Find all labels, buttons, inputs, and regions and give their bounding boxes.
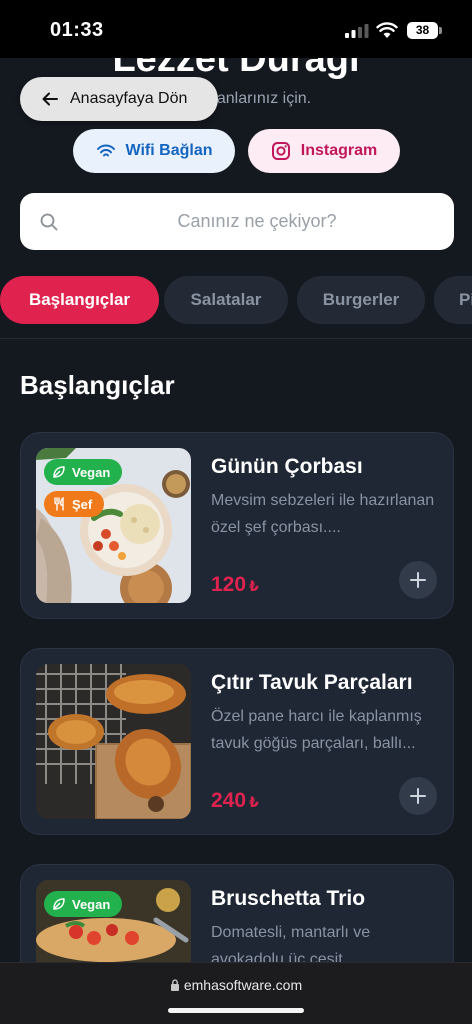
currency-symbol: ₺ xyxy=(249,578,259,594)
menu-item-name: Bruschetta Trio xyxy=(211,887,366,910)
url-display: emhasoftware.com xyxy=(0,977,472,993)
plus-icon xyxy=(410,572,426,588)
menu-item-name: Günün Çorbası xyxy=(211,455,363,478)
wifi-connect-button[interactable]: Wifi Bağlan xyxy=(73,129,235,173)
cellular-signal-icon xyxy=(345,24,369,38)
url-text: emhasoftware.com xyxy=(183,977,303,993)
search-icon xyxy=(40,213,58,231)
section-title: Başlangıçlar xyxy=(20,370,175,400)
wifi-button-label: Wifi Bağlan xyxy=(125,142,213,159)
menu-item-name: Çıtır Tavuk Parçaları xyxy=(211,671,413,694)
battery-indicator: 38 xyxy=(407,22,438,39)
menu-item-card[interactable]: Çıtır Tavuk Parçaları Özel pane harcı il… xyxy=(20,648,454,835)
menu-item-price: 120 ₺ xyxy=(211,573,259,597)
category-tabs: Başlangıçlar Salatalar Burgerler Pi xyxy=(0,276,472,324)
divider xyxy=(0,338,472,339)
vegan-badge-label: Vegan xyxy=(72,464,111,480)
chef-badge-label: Şef xyxy=(72,496,93,512)
price-value: 240 xyxy=(211,789,247,812)
browser-address-bar[interactable]: emhasoftware.com xyxy=(0,962,472,1024)
wifi-status-icon xyxy=(376,22,398,38)
status-bar: 01:33 38 xyxy=(0,0,472,58)
menu-item-card[interactable]: Vegan Şef Günün Çorbası Mevsim sebzeleri… xyxy=(20,432,454,619)
instagram-button[interactable]: Instagram xyxy=(248,129,400,173)
currency-symbol: ₺ xyxy=(249,794,259,810)
wifi-icon xyxy=(96,144,115,157)
vegan-badge: Vegan xyxy=(44,891,123,917)
menu-item-image: Vegan Şef xyxy=(36,448,191,603)
menu-item-price: 240 ₺ xyxy=(211,789,259,813)
add-to-cart-button[interactable] xyxy=(399,561,437,599)
menu-item-description: Özel pane harcı ile kaplanmış tavuk göğü… xyxy=(211,708,422,752)
search-input[interactable] xyxy=(20,193,454,250)
vegan-badge-label: Vegan xyxy=(72,896,111,912)
instagram-button-label: Instagram xyxy=(300,142,378,159)
add-to-cart-button[interactable] xyxy=(399,777,437,815)
vegan-badge: Vegan xyxy=(44,459,123,485)
status-time: 01:33 xyxy=(50,19,104,41)
tab-pizzalar[interactable]: Pi xyxy=(434,276,472,324)
plus-icon xyxy=(410,788,426,804)
utensils-icon xyxy=(54,497,64,511)
home-indicator[interactable] xyxy=(168,1008,304,1013)
price-value: 120 xyxy=(211,573,247,596)
menu-item-image xyxy=(36,664,191,819)
search-bar xyxy=(20,193,454,250)
tab-salatalar[interactable]: Salatalar xyxy=(164,276,288,324)
battery-tip xyxy=(439,27,442,34)
menu-item-description: Mevsim sebzeleri ile hazırlanan özel şef… xyxy=(211,492,435,536)
arrow-left-icon xyxy=(42,92,58,106)
chef-badge: Şef xyxy=(44,491,105,517)
leaf-icon xyxy=(53,898,65,910)
leaf-icon xyxy=(53,466,65,478)
tab-baslangiclar[interactable]: Başlangıçlar xyxy=(0,276,159,324)
back-to-home-button[interactable]: Anasayfaya Dön xyxy=(20,77,218,121)
instagram-icon xyxy=(271,142,290,160)
lock-icon xyxy=(170,979,179,991)
tab-burgerler[interactable]: Burgerler xyxy=(297,276,425,324)
back-button-label: Anasayfaya Dön xyxy=(70,90,188,107)
